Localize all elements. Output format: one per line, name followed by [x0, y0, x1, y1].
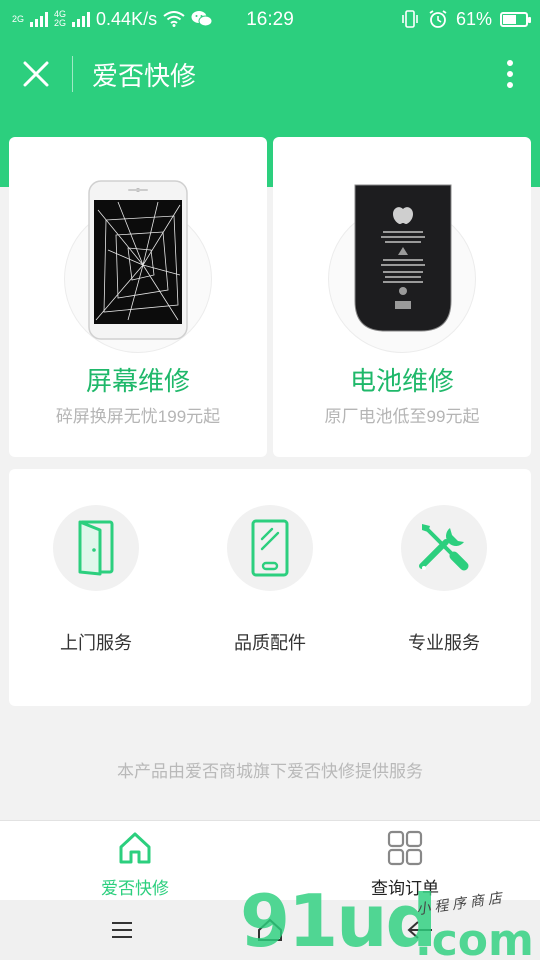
home-outline-icon: [258, 918, 282, 941]
home-icon: [119, 832, 151, 864]
system-back-button[interactable]: [400, 914, 440, 946]
service-door-to-door[interactable]: 上门服务: [9, 505, 183, 655]
close-icon: [23, 61, 49, 87]
screen-repair-card[interactable]: 屏幕维修 碎屏换屏无忧199元起: [9, 137, 267, 457]
more-options-button[interactable]: [480, 38, 540, 110]
page-title: 爱否快修: [92, 60, 197, 91]
service-quality-parts[interactable]: 品质配件: [183, 505, 357, 655]
service-label: 上门服务: [60, 633, 132, 653]
battery-icon: [500, 11, 531, 27]
bottom-tab-bar: 爱否快修 查询订单: [0, 820, 540, 900]
cracked-phone-image: [88, 180, 188, 340]
phone-part-icon-circle: [227, 505, 313, 591]
system-menu-button[interactable]: [102, 914, 142, 946]
navigation-bar: 爱否快修: [0, 38, 540, 110]
status-bar: 2G 4G 2G 0.44K/s 16:29 61%: [0, 0, 540, 38]
service-professional[interactable]: 专业服务: [357, 505, 531, 655]
service-provider-note: 本产品由爱否商城旗下爱否快修提供服务: [117, 762, 423, 781]
battery-repair-card[interactable]: 电池维修 原厂电池低至99元起: [273, 137, 531, 457]
tab-repair[interactable]: 爱否快修: [0, 821, 270, 900]
service-label: 专业服务: [408, 633, 480, 653]
tools-icon: [419, 524, 469, 571]
door-icon: [78, 520, 114, 576]
nav-divider: [72, 56, 73, 92]
tools-icon-circle: [401, 505, 487, 591]
tab-orders[interactable]: 查询订单: [270, 821, 540, 900]
service-label: 品质配件: [234, 633, 306, 653]
door-icon-circle: [53, 505, 139, 591]
grid-icon: [387, 830, 423, 866]
phone-part-icon: [251, 519, 289, 577]
battery-repair-subtitle: 原厂电池低至99元起: [324, 407, 480, 426]
status-time: 16:29: [246, 9, 294, 30]
screen-repair-title: 屏幕维修: [85, 366, 190, 396]
services-card: 上门服务 品质配件 专业服务: [9, 469, 531, 706]
battery-repair-title: 电池维修: [349, 366, 454, 396]
tab-label: 爱否快修: [101, 879, 169, 898]
app-screen: 2G 4G 2G 0.44K/s 16:29 61% 爱否快修 屏幕维修 碎屏换…: [0, 0, 540, 960]
system-navigation-bar: [0, 900, 540, 960]
tab-label: 查询订单: [371, 879, 439, 898]
more-vertical-icon: [507, 60, 513, 88]
battery-image: [354, 184, 452, 332]
menu-icon: [112, 922, 132, 938]
system-home-button[interactable]: [250, 914, 290, 946]
back-arrow-icon: [407, 921, 432, 939]
close-button[interactable]: [0, 38, 72, 110]
screen-repair-subtitle: 碎屏换屏无忧199元起: [55, 407, 221, 426]
